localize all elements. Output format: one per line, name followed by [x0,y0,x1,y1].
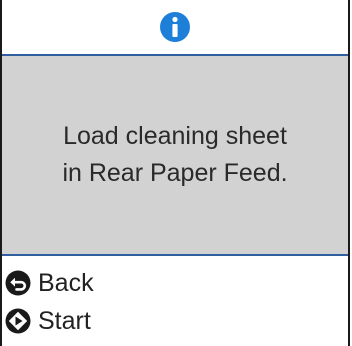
screen-frame-right [348,0,350,346]
start-button[interactable]: Start [0,302,346,340]
action-list: Back Start [0,264,346,340]
instruction-line-1: Load cleaning sheet [63,122,287,150]
instruction-message: Load cleaning sheet in Rear Paper Feed. [10,118,340,192]
printer-lcd-screen: Load cleaning sheet in Rear Paper Feed. … [0,0,352,346]
start-label: Start [38,306,91,335]
back-label: Back [38,268,94,297]
back-icon [5,270,31,296]
start-icon [5,308,31,334]
instruction-line-2: in Rear Paper Feed. [62,159,288,187]
info-icon [160,12,190,42]
message-divider [2,254,348,256]
message-panel: Load cleaning sheet in Rear Paper Feed. [2,56,348,254]
dialog-header [2,0,348,54]
back-button[interactable]: Back [0,264,346,302]
